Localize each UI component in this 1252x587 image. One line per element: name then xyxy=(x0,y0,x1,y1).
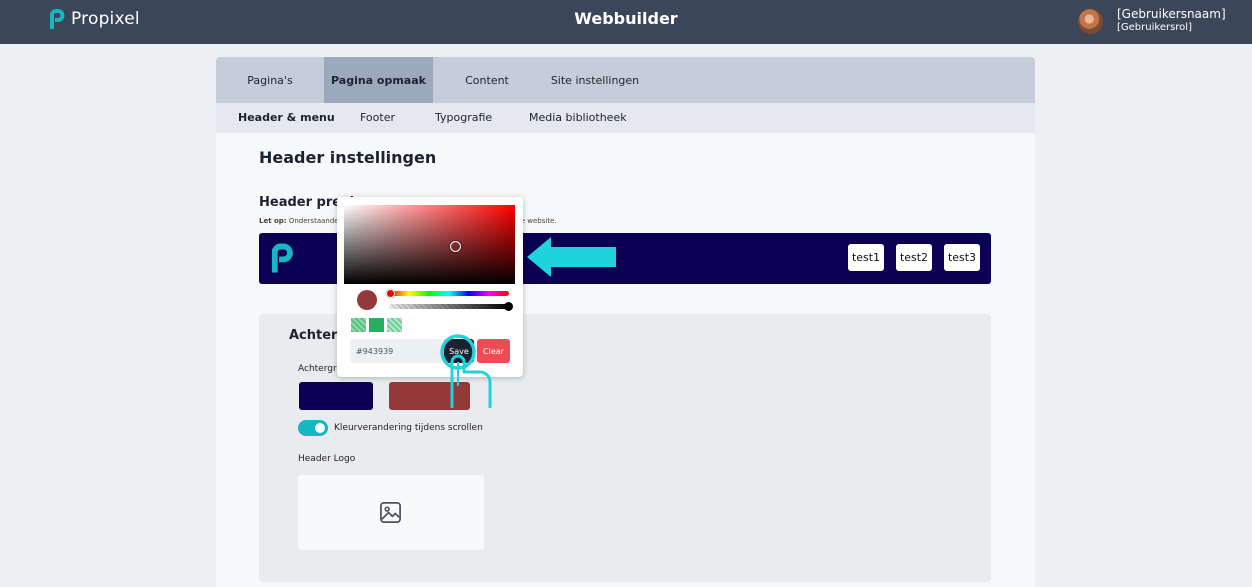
hue-slider[interactable] xyxy=(386,289,509,298)
tab-pagina-opmaak[interactable]: Pagina opmaak xyxy=(324,57,433,103)
user-menu[interactable]: [Gebruikersnaam] [Gebruikersrol] xyxy=(1078,7,1226,35)
scroll-toggle-label: Kleurverandering tijdens scrollen xyxy=(334,423,483,433)
preview-menu-button[interactable]: test3 xyxy=(944,244,980,271)
top-bar: Propixel Webbuilder [Gebruikersnaam] [Ge… xyxy=(0,0,1252,44)
image-icon xyxy=(380,502,401,523)
header-logo-label: Header Logo xyxy=(298,454,356,464)
avatar[interactable] xyxy=(1078,8,1103,34)
toggle-knob xyxy=(315,423,325,433)
subtab-header-menu[interactable]: Header & menu xyxy=(238,103,335,133)
tab-content[interactable]: Content xyxy=(433,57,541,103)
saturation-handle[interactable] xyxy=(450,241,461,252)
main-tabs: Pagina's Pagina opmaak Content Site inst… xyxy=(216,57,1035,103)
subtab-media-bibliotheek[interactable]: Media bibliotheek xyxy=(529,103,627,133)
user-name: [Gebruikersnaam] xyxy=(1117,7,1226,21)
preview-menu-button[interactable]: test2 xyxy=(896,244,932,271)
background-label: Achtergrond xyxy=(298,364,340,374)
tab-paginas[interactable]: Pagina's xyxy=(216,57,324,103)
tab-site-instellingen[interactable]: Site instellingen xyxy=(541,57,649,103)
selected-color-preview xyxy=(357,290,377,310)
saturation-field[interactable] xyxy=(344,205,515,284)
sub-tabs: Header & menu Footer Typografie Media bi… xyxy=(216,103,1035,133)
app-title: Webbuilder xyxy=(574,9,678,28)
preview-menu-button[interactable]: test1 xyxy=(848,244,884,271)
save-color-button[interactable]: Save xyxy=(444,339,474,363)
propixel-logo-icon xyxy=(271,243,293,273)
page-title: Header instellingen xyxy=(259,148,437,167)
hue-handle[interactable] xyxy=(386,289,395,298)
preset-swatch[interactable] xyxy=(387,318,402,332)
opacity-slider[interactable] xyxy=(389,302,513,311)
subtab-typografie[interactable]: Typografie xyxy=(435,103,492,133)
opacity-handle[interactable] xyxy=(504,302,513,311)
color-picker-popup: Save Clear xyxy=(337,197,523,377)
scroll-color-swatch[interactable] xyxy=(389,382,470,410)
user-role: [Gebruikersrol] xyxy=(1117,22,1192,33)
subtab-footer[interactable]: Footer xyxy=(360,103,395,133)
arrow-left-icon xyxy=(527,237,616,277)
note-text: Onderstaande xyxy=(288,217,339,225)
preset-swatch[interactable] xyxy=(351,318,366,332)
note-tail: re website. xyxy=(518,217,557,225)
clear-color-button[interactable]: Clear xyxy=(477,339,510,363)
header-logo-upload[interactable] xyxy=(298,475,484,550)
background-color-swatch[interactable] xyxy=(299,382,373,410)
scroll-color-toggle[interactable] xyxy=(298,420,328,436)
hex-color-input[interactable] xyxy=(350,339,442,363)
preset-swatch[interactable] xyxy=(369,318,384,332)
preview-note: Let op: Onderstaande xyxy=(259,217,339,225)
note-prefix: Let op: xyxy=(259,217,287,225)
